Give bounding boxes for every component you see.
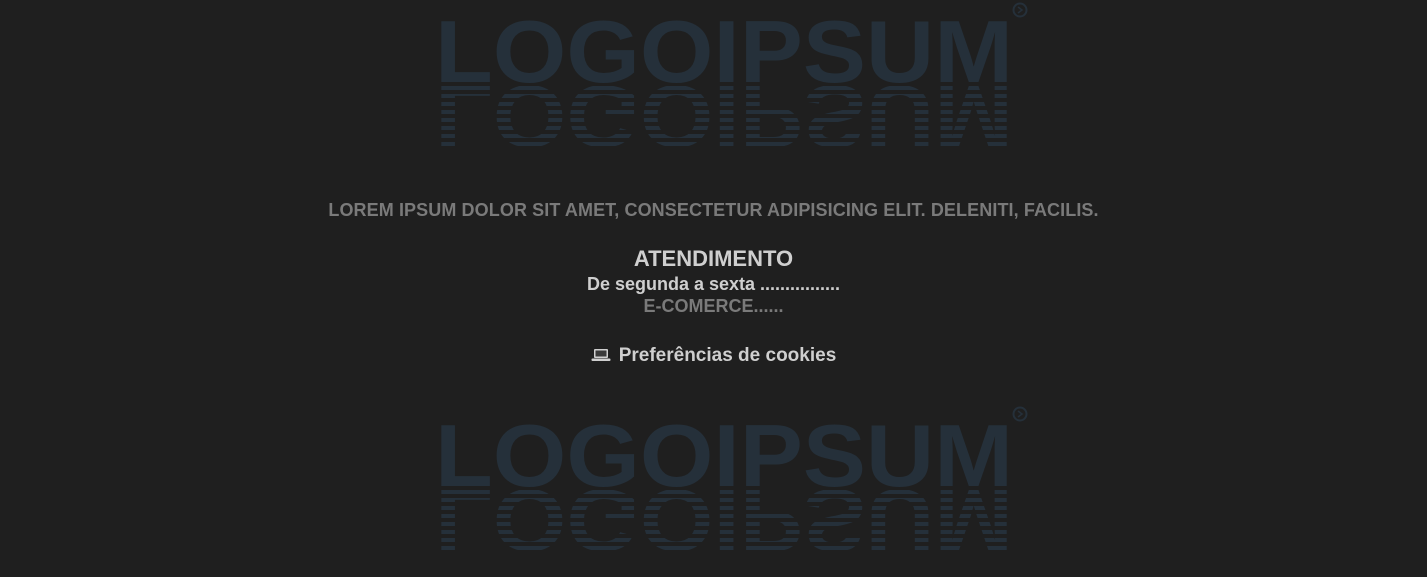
laptop-icon xyxy=(591,346,611,361)
page: LOGOIPSUM LOGOIPSUM LOREM IPSUM DOLOR SI… xyxy=(0,0,1427,577)
logo-graphic: LOGOIPSUM LOGOIPSUM xyxy=(435,406,1028,556)
cookie-preferences-label: Preferências de cookies xyxy=(618,345,837,366)
atendimento-hours: De segunda a sexta ................ xyxy=(586,274,841,294)
registered-mark-icon xyxy=(1012,406,1028,422)
cookie-preferences-link[interactable]: Preferências de cookies xyxy=(0,345,1427,367)
logo-bottom: LOGOIPSUM LOGOIPSUM xyxy=(424,406,1030,556)
ecommerce-label: E-COMERCE...... xyxy=(643,296,784,316)
atendimento-title: ATENDIMENTO xyxy=(633,246,794,271)
logo-graphic: LOGOIPSUM LOGOIPSUM xyxy=(435,2,1028,152)
registered-mark-icon xyxy=(1012,2,1028,18)
footer-tagline: LOREM IPSUM DOLOR SIT AMET, CONSECTETUR … xyxy=(328,200,1099,220)
logo-top: LOGOIPSUM LOGOIPSUM xyxy=(424,2,1030,152)
